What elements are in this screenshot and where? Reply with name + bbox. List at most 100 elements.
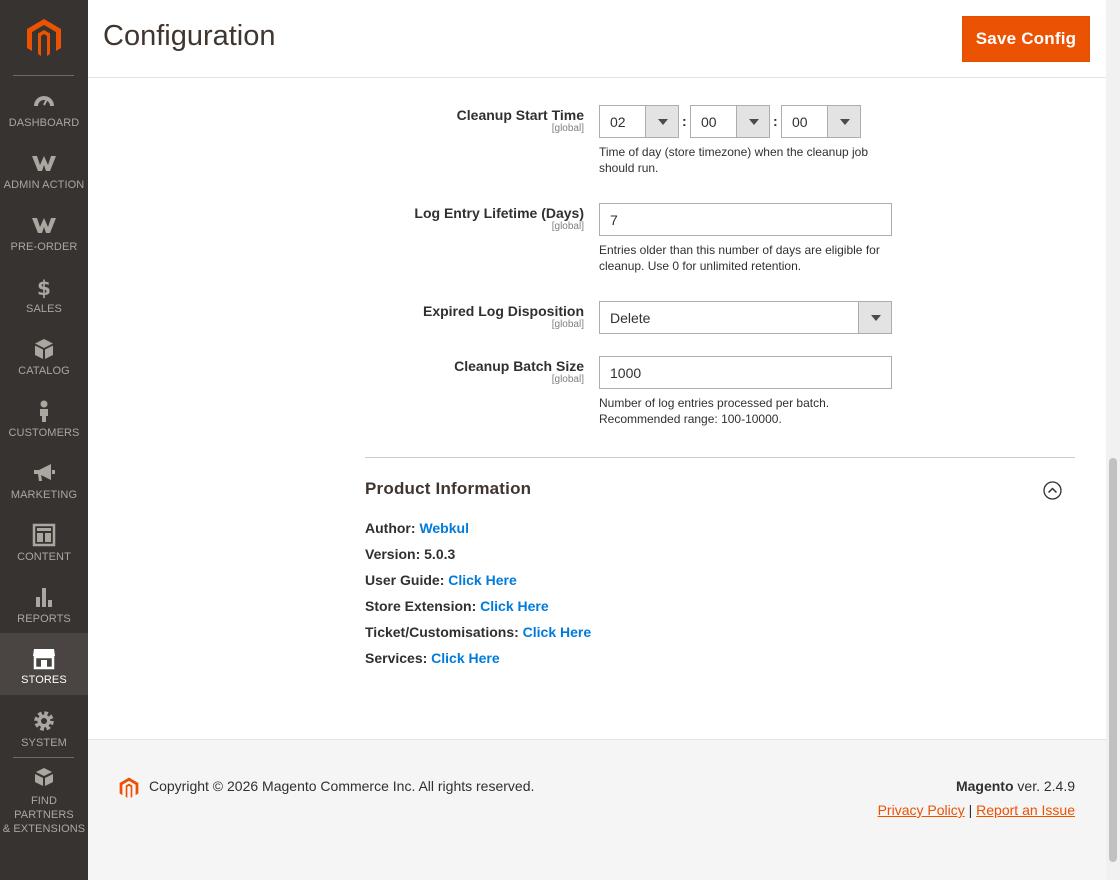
author-line: Author: Webkul [365, 520, 469, 536]
expired-disposition-label: Expired Log Disposition [422, 303, 584, 319]
chevron-down-icon [749, 119, 759, 125]
sidebar-item-label: SALES [26, 303, 62, 315]
page-header: Configuration Save Config [88, 0, 1106, 78]
hour-select[interactable]: 02 [599, 105, 679, 138]
sidebar-item-label: FIND PARTNERS [14, 795, 74, 821]
sidebar-item-system[interactable]: SYSTEM [0, 708, 88, 770]
time-separator: : [682, 113, 687, 129]
magento-logo-icon[interactable] [24, 18, 64, 58]
store-icon [33, 649, 55, 670]
disposition-value: Delete [610, 310, 651, 326]
log-lifetime-input[interactable] [599, 203, 892, 236]
services-link[interactable]: Click Here [431, 650, 499, 666]
sidebar-item-label: SYSTEM [21, 737, 67, 749]
magento-version: Magento ver. 2.4.9 [956, 778, 1075, 794]
copyright-text: Copyright © 2026 Magento Commerce Inc. A… [149, 778, 535, 794]
sidebar-item-stores[interactable]: STORES [0, 633, 88, 695]
page-title: Configuration [103, 20, 276, 52]
report-issue-link[interactable]: Report an Issue [976, 802, 1075, 818]
admin-sidebar: DASHBOARD ADMIN ACTION PRE-ORDER $ SALES… [0, 0, 88, 880]
chevron-down-icon [658, 119, 668, 125]
magento-logo-icon [119, 777, 139, 798]
brand-name: Magento [955, 778, 1014, 794]
svg-text:$: $ [37, 276, 51, 300]
sidebar-item-admin-action[interactable]: ADMIN ACTION [0, 150, 88, 212]
field-note: Number of log entries processed per batc… [599, 396, 830, 426]
sidebar-item-customers[interactable]: CUSTOMERS [0, 398, 88, 460]
main-content: Configuration Save Config Cleanup Start … [88, 0, 1106, 880]
expired-disposition-select[interactable]: Delete [599, 301, 892, 334]
link-divider: | [968, 802, 973, 818]
version-line: Version: 5.0.3 [365, 546, 455, 562]
sidebar-item-label: MARKETING [10, 489, 78, 501]
sidebar-item-content[interactable]: CONTENT [0, 522, 88, 584]
sidebar-item-catalog[interactable]: CATALOG [0, 336, 88, 398]
store-extension-link[interactable]: Click Here [480, 598, 548, 614]
author-label: Author: [365, 520, 416, 536]
sidebar-item-label: DASHBOARD [8, 117, 80, 129]
version-label: Version: [365, 546, 421, 562]
sidebar-divider [13, 75, 74, 76]
person-icon [40, 400, 48, 422]
sidebar-item-label: ADMIN ACTION [3, 179, 85, 191]
collapse-chevron-up-icon[interactable] [1043, 481, 1062, 500]
sidebar-item-label: CONTENT [17, 551, 71, 563]
megaphone-icon [34, 464, 55, 481]
ticket-link[interactable]: Click Here [523, 624, 591, 640]
dropdown-arrow[interactable] [736, 106, 769, 137]
dropdown-arrow[interactable] [858, 302, 891, 333]
chevron-down-icon [840, 119, 850, 125]
minute-value: 00 [701, 114, 717, 130]
scope-label: [global] [551, 221, 584, 232]
services-label: Services: [365, 650, 428, 666]
scrollbar-thumb[interactable] [1109, 458, 1117, 862]
sidebar-item-dashboard[interactable]: DASHBOARD [0, 88, 88, 150]
layout-icon [32, 523, 56, 547]
store-extension-label: Store Extension: [365, 598, 477, 614]
second-value: 00 [792, 114, 808, 130]
blocks-icon [35, 768, 53, 786]
dropdown-arrow[interactable] [827, 106, 860, 137]
box-icon [35, 339, 53, 359]
privacy-policy-link[interactable]: Privacy Policy [878, 802, 965, 818]
dollar-icon: $ [37, 276, 51, 300]
sidebar-item-label: PRE-ORDER [10, 241, 78, 253]
user-guide-line: User Guide: Click Here [365, 572, 517, 588]
minute-select[interactable]: 00 [690, 105, 770, 138]
user-guide-label: User Guide: [365, 572, 445, 588]
field-note: Entries older than this number of days a… [599, 243, 880, 273]
second-select[interactable]: 00 [781, 105, 861, 138]
sidebar-divider [13, 757, 74, 758]
scope-label: [global] [551, 374, 584, 385]
product-info-title[interactable]: Product Information [365, 479, 531, 499]
batch-size-label: Cleanup Batch Size [454, 358, 584, 374]
webkul-w-icon [32, 218, 56, 233]
author-link[interactable]: Webkul [419, 520, 469, 536]
sidebar-item-label: CUSTOMERS [8, 427, 80, 439]
dropdown-arrow[interactable] [645, 106, 678, 137]
hour-value: 02 [610, 114, 626, 130]
page-scrollbar[interactable] [1106, 0, 1120, 880]
footer-links: Privacy Policy | Report an Issue [878, 802, 1075, 818]
batch-size-input[interactable] [599, 356, 892, 389]
sidebar-item-find-partners[interactable]: FIND PARTNERS & EXTENSIONS [0, 766, 88, 835]
time-separator: : [773, 113, 778, 129]
version-text: ver. 2.4.9 [1013, 778, 1075, 794]
sidebar-item-label: REPORTS [17, 613, 71, 625]
scope-label: [global] [551, 123, 584, 134]
store-extension-line: Store Extension: Click Here [365, 598, 549, 614]
save-config-button[interactable]: Save Config [962, 16, 1090, 62]
section-divider [365, 457, 1075, 458]
user-guide-link[interactable]: Click Here [448, 572, 516, 588]
sidebar-item-sales[interactable]: $ SALES [0, 274, 88, 336]
sidebar-item-label: & EXTENSIONS [2, 823, 86, 835]
ticket-label: Ticket/Customisations: [365, 624, 519, 640]
scope-label: [global] [551, 319, 584, 330]
dashboard-icon [34, 96, 54, 106]
sidebar-item-marketing[interactable]: MARKETING [0, 460, 88, 522]
sidebar-item-pre-order[interactable]: PRE-ORDER [0, 212, 88, 274]
log-lifetime-label: Log Entry Lifetime (Days) [414, 205, 584, 221]
gear-icon [34, 711, 54, 731]
version-value: 5.0.3 [424, 546, 456, 562]
page-footer: Copyright © 2026 Magento Commerce Inc. A… [88, 739, 1106, 880]
